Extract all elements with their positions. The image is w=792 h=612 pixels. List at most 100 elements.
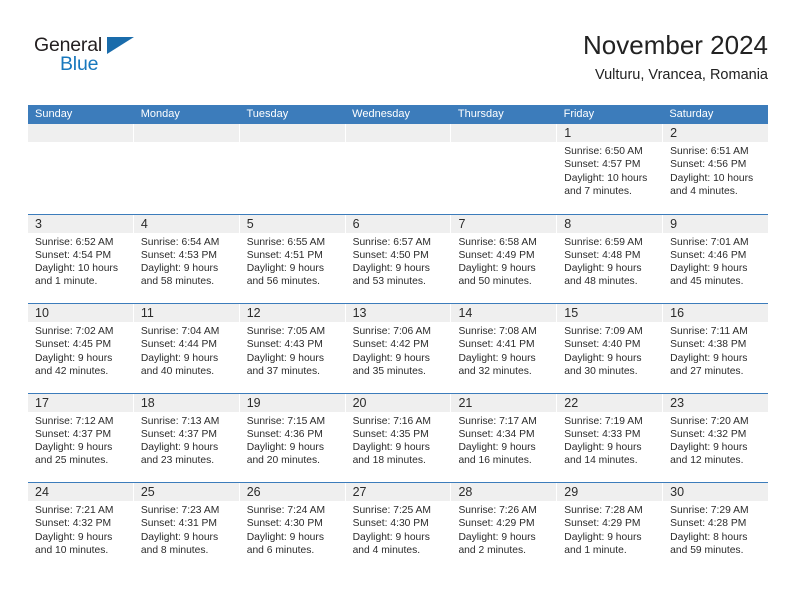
sunrise-text: Sunrise: 7:15 AM bbox=[246, 415, 326, 427]
day-cell[interactable]: 5 Sunrise: 6:55 AM Sunset: 4:51 PM Daylight… bbox=[239, 214, 345, 304]
day-cell[interactable]: 20 Sunrise: 7:16 AM Sunset: 4:35 PM Dayligh… bbox=[345, 393, 451, 483]
sunset-text: Sunset: 4:53 PM bbox=[140, 249, 217, 261]
day-sun-info: Sunrise: 7:15 AM Sunset: 4:36 PM Daylight:… bbox=[240, 412, 345, 468]
page-title: November 2024 bbox=[583, 30, 768, 60]
sunset-text: Sunset: 4:54 PM bbox=[35, 249, 112, 261]
day-number: 7 bbox=[451, 214, 557, 233]
day-cell[interactable]: 6 Sunrise: 6:57 AM Sunset: 4:50 PM Daylight… bbox=[345, 214, 451, 304]
day-cell[interactable]: 30 Sunrise: 7:29 AM Sunset: 4:28 PM Dayligh… bbox=[663, 483, 769, 572]
daylight-text: Daylight: 9 hours and 40 minutes. bbox=[140, 352, 219, 377]
day-number: 14 bbox=[451, 304, 557, 322]
sunrise-text: Sunrise: 7:13 AM bbox=[140, 415, 220, 427]
sunrise-text: Sunrise: 6:54 AM bbox=[140, 236, 220, 248]
day-cell[interactable]: 19 Sunrise: 7:15 AM Sunset: 4:36 PM Dayligh… bbox=[239, 393, 345, 483]
sunset-text: Sunset: 4:56 PM bbox=[670, 159, 747, 171]
day-cell[interactable]: 17 Sunrise: 7:12 AM Sunset: 4:37 PM Dayligh… bbox=[28, 393, 133, 483]
day-cell[interactable]: 28 Sunrise: 7:26 AM Sunset: 4:29 PM Dayligh… bbox=[451, 483, 557, 572]
weekday-header-sunday: Sunday bbox=[35, 108, 73, 120]
sunset-text: Sunset: 4:28 PM bbox=[670, 518, 747, 530]
daylight-text: Daylight: 9 hours and 16 minutes. bbox=[458, 442, 536, 467]
sunrise-text: Sunrise: 7:11 AM bbox=[670, 326, 748, 337]
daylight-text: Daylight: 9 hours and 48 minutes. bbox=[564, 263, 642, 288]
day-number: 30 bbox=[663, 483, 769, 501]
day-number: 28 bbox=[451, 483, 557, 501]
day-cell[interactable]: 9 Sunrise: 7:01 AM Sunset: 4:46 PM Daylight… bbox=[663, 214, 769, 304]
day-cell[interactable]: 8 Sunrise: 6:59 AM Sunset: 4:48 PM Daylight… bbox=[557, 214, 663, 304]
daylight-text: Daylight: 9 hours and 2 minutes. bbox=[458, 531, 536, 556]
day-cell[interactable]: 15 Sunrise: 7:09 AM Sunset: 4:40 PM Dayligh… bbox=[557, 304, 663, 393]
day-cell[interactable]: 13 Sunrise: 7:06 AM Sunset: 4:42 PM Dayligh… bbox=[345, 304, 451, 393]
sunset-text: Sunset: 4:29 PM bbox=[458, 518, 535, 530]
day-cell[interactable]: 16 Sunrise: 7:11 AM Sunset: 4:38 PM Dayligh… bbox=[663, 304, 769, 393]
sunset-text: Sunset: 4:34 PM bbox=[458, 428, 535, 440]
brand-triangle-icon bbox=[107, 37, 134, 54]
sunset-text: Sunset: 4:38 PM bbox=[670, 339, 747, 351]
daylight-text: Daylight: 9 hours and 25 minutes. bbox=[35, 442, 113, 467]
day-number: 5 bbox=[239, 214, 345, 233]
sunset-text: Sunset: 4:32 PM bbox=[670, 428, 747, 440]
daylight-text: Daylight: 10 hours and 1 minute. bbox=[35, 263, 118, 288]
day-cell[interactable]: 11 Sunrise: 7:04 AM Sunset: 4:44 PM Dayligh… bbox=[133, 304, 239, 393]
day-number: 19 bbox=[239, 393, 345, 412]
day-sun-info: Sunrise: 7:28 AM Sunset: 4:29 PM Daylight:… bbox=[557, 501, 662, 557]
day-cell[interactable]: 7 Sunrise: 6:58 AM Sunset: 4:49 PM Daylight… bbox=[451, 214, 557, 304]
weekday-header-friday: Friday bbox=[563, 108, 595, 120]
day-number bbox=[28, 124, 133, 142]
day-sun-info: Sunrise: 7:02 AM Sunset: 4:45 PM Daylight:… bbox=[28, 322, 133, 378]
sunrise-text: Sunrise: 7:05 AM bbox=[246, 326, 326, 337]
day-number: 2 bbox=[663, 124, 769, 142]
day-cell[interactable]: 12 Sunrise: 7:05 AM Sunset: 4:43 PM Dayligh… bbox=[239, 304, 345, 393]
sunrise-text: Sunrise: 7:09 AM bbox=[564, 326, 643, 337]
day-number: 18 bbox=[133, 393, 239, 412]
daylight-text: Daylight: 9 hours and 35 minutes. bbox=[352, 352, 430, 377]
sunset-text: Sunset: 4:30 PM bbox=[246, 518, 323, 530]
day-cell[interactable]: 3 Sunrise: 6:52 AM Sunset: 4:54 PM Daylight… bbox=[28, 214, 133, 304]
daylight-text: Daylight: 9 hours and 50 minutes. bbox=[458, 263, 536, 288]
week-row: 3 Sunrise: 6:52 AM Sunset: 4:54 PM Daylight… bbox=[28, 213, 769, 304]
sunrise-text: Sunrise: 7:29 AM bbox=[670, 505, 749, 516]
day-number: 27 bbox=[345, 483, 451, 501]
day-cell[interactable]: 14 Sunrise: 7:08 AM Sunset: 4:41 PM Dayligh… bbox=[451, 304, 557, 393]
day-cell-empty bbox=[451, 124, 557, 214]
day-number bbox=[239, 124, 345, 142]
calendar-grid: Sunday Monday Tuesday Wednesday Thursday Frid… bbox=[28, 105, 769, 572]
day-number: 17 bbox=[28, 393, 133, 412]
day-number: 10 bbox=[28, 304, 133, 322]
day-sun-info: Sunrise: 7:01 AM Sunset: 4:46 PM Daylight:… bbox=[663, 233, 768, 289]
day-cell[interactable]: 4 Sunrise: 6:54 AM Sunset: 4:53 PM Daylight… bbox=[133, 214, 239, 304]
sunset-text: Sunset: 4:32 PM bbox=[35, 518, 112, 530]
day-cell[interactable]: 29 Sunrise: 7:28 AM Sunset: 4:29 PM Dayligh… bbox=[557, 483, 663, 572]
daylight-text: Daylight: 9 hours and 8 minutes. bbox=[140, 531, 219, 556]
sunrise-text: Sunrise: 6:55 AM bbox=[246, 236, 326, 248]
day-cell[interactable]: 1 Sunrise: 6:50 AM Sunset: 4:57 PM Daylight… bbox=[557, 124, 663, 214]
day-cell[interactable]: 18 Sunrise: 7:13 AM Sunset: 4:37 PM Dayligh… bbox=[133, 393, 239, 483]
sunrise-text: Sunrise: 6:52 AM bbox=[35, 236, 114, 248]
day-cell[interactable]: 2 Sunrise: 6:51 AM Sunset: 4:56 PM Daylight… bbox=[663, 124, 769, 214]
daylight-text: Daylight: 9 hours and 12 minutes. bbox=[670, 442, 748, 467]
day-cell[interactable]: 22 Sunrise: 7:19 AM Sunset: 4:33 PM Dayligh… bbox=[557, 393, 663, 483]
day-cell[interactable]: 10 Sunrise: 7:02 AM Sunset: 4:45 PM Dayligh… bbox=[28, 304, 133, 393]
brand-logo[interactable]: General Blue bbox=[34, 34, 146, 78]
day-cell[interactable]: 24 Sunrise: 7:21 AM Sunset: 4:32 PM Dayligh… bbox=[28, 483, 133, 572]
day-number: 26 bbox=[239, 483, 345, 501]
day-number: 25 bbox=[133, 483, 239, 501]
day-cell[interactable]: 26 Sunrise: 7:24 AM Sunset: 4:30 PM Dayligh… bbox=[239, 483, 345, 572]
brand-blue-text: Blue bbox=[60, 53, 99, 75]
sunset-text: Sunset: 4:40 PM bbox=[564, 339, 641, 351]
weekday-header-thursday: Thursday bbox=[457, 108, 504, 120]
calendar-page: General Blue November 2024 Vulturu, Vran… bbox=[0, 0, 792, 612]
day-sun-info: Sunrise: 6:59 AM Sunset: 4:48 PM Daylight:… bbox=[557, 233, 662, 289]
day-cell[interactable]: 27 Sunrise: 7:25 AM Sunset: 4:30 PM Dayligh… bbox=[345, 483, 451, 572]
day-cell[interactable]: 23 Sunrise: 7:20 AM Sunset: 4:32 PM Dayligh… bbox=[663, 393, 769, 483]
day-sun-info: Sunrise: 7:13 AM Sunset: 4:37 PM Daylight:… bbox=[134, 412, 239, 468]
day-sun-info: Sunrise: 7:05 AM Sunset: 4:43 PM Daylight:… bbox=[240, 322, 345, 378]
day-number: 12 bbox=[239, 304, 345, 322]
sunrise-text: Sunrise: 7:06 AM bbox=[352, 326, 431, 337]
day-sun-info: Sunrise: 7:20 AM Sunset: 4:32 PM Daylight:… bbox=[663, 412, 768, 468]
daylight-text: Daylight: 8 hours and 59 minutes. bbox=[670, 531, 748, 556]
sunset-text: Sunset: 4:49 PM bbox=[458, 249, 535, 261]
day-sun-info: Sunrise: 6:52 AM Sunset: 4:54 PM Daylight:… bbox=[28, 233, 133, 289]
day-cell[interactable]: 21 Sunrise: 7:17 AM Sunset: 4:34 PM Dayligh… bbox=[451, 393, 557, 483]
day-number: 13 bbox=[345, 304, 451, 322]
day-cell[interactable]: 25 Sunrise: 7:23 AM Sunset: 4:31 PM Dayligh… bbox=[133, 483, 239, 572]
